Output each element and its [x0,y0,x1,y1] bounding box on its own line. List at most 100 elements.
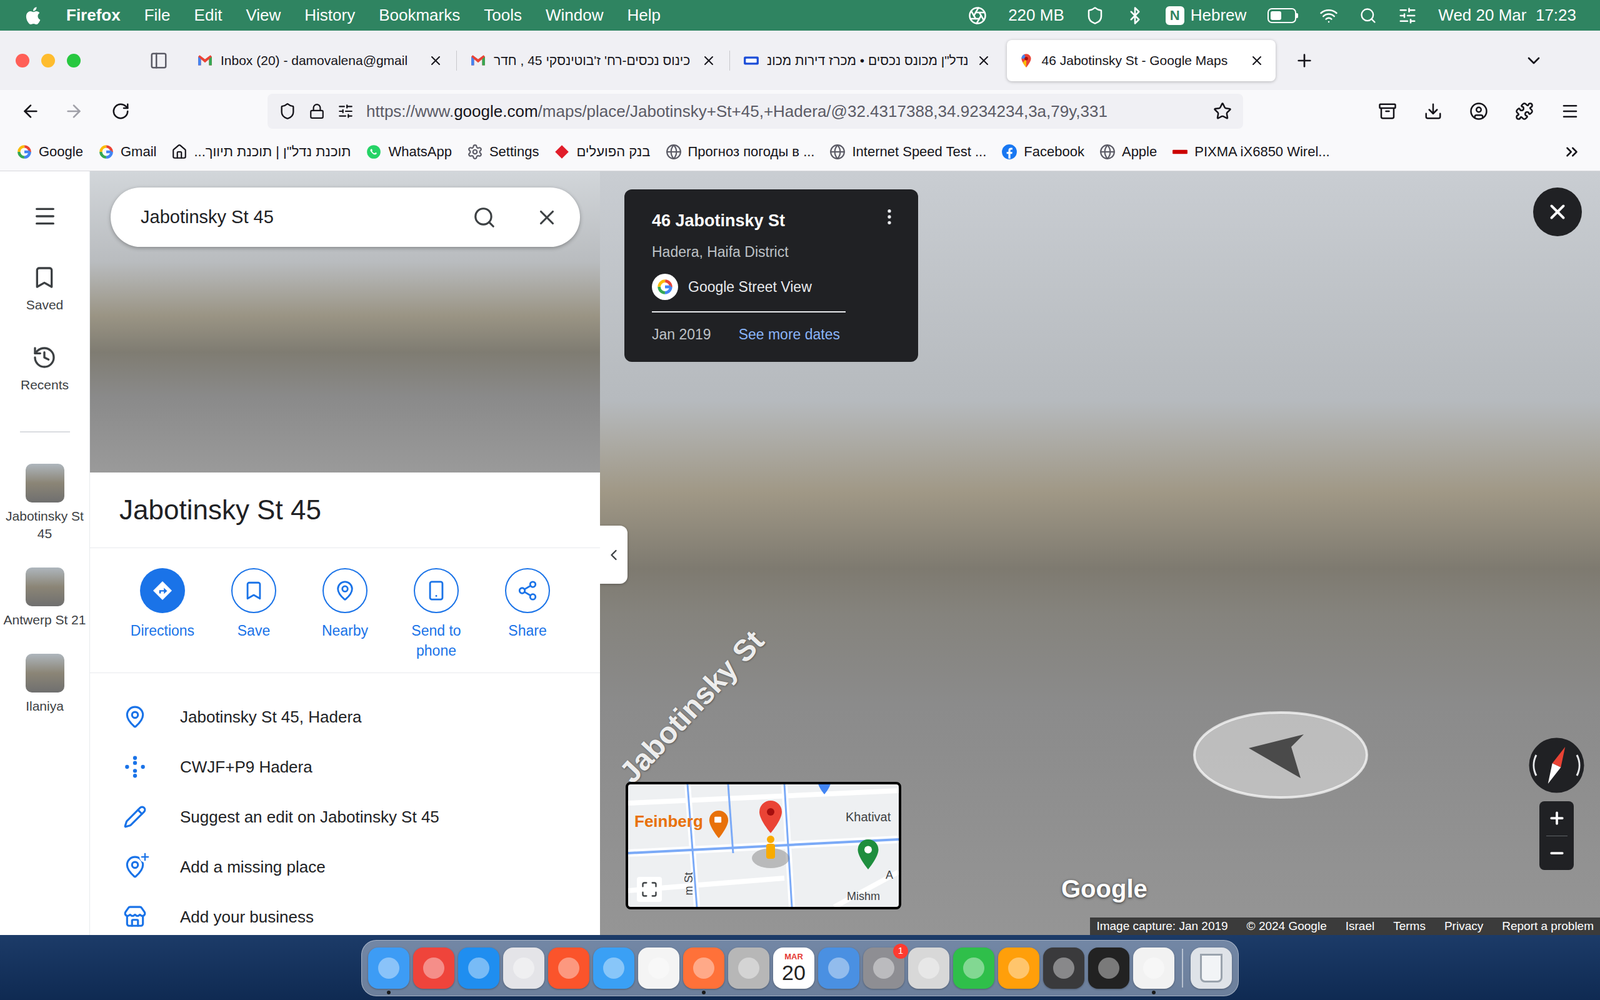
app-menu-button[interactable] [1552,93,1588,129]
detail-row[interactable]: Add a missing place [90,841,600,892]
dock-item[interactable] [1190,942,1232,995]
bookmark-item[interactable]: WhatsApp [365,141,452,162]
close-tab-icon[interactable] [976,53,992,69]
detail-row[interactable]: Add your business [90,891,600,935]
bookmark-item[interactable]: Gmail [98,141,157,162]
dock-item[interactable] [368,942,410,995]
address-bar[interactable]: https://www.google.com/maps/place/Jaboti… [267,93,1244,129]
pocket-button[interactable] [1370,93,1405,129]
permissions-icon[interactable] [337,103,354,120]
menu-item[interactable]: View [245,3,281,28]
action-button[interactable]: Directions [116,568,209,641]
vpn-shield-icon[interactable] [1085,6,1105,25]
close-tab-icon[interactable] [1249,53,1265,69]
dock-item[interactable] [728,942,770,995]
forward-button[interactable] [56,93,92,129]
menu-item[interactable]: Edit [194,3,223,28]
menu-item[interactable]: Tools [483,3,522,28]
detail-row[interactable]: Suggest an edit on Jabotinsky St 45 [90,791,600,842]
dock-item[interactable] [1043,942,1085,995]
detail-row[interactable]: Jabotinsky St 45, Hadera [90,691,600,742]
dock-item[interactable] [953,942,995,995]
browser-tab[interactable]: Inbox (20) - damovalena@gmail [185,40,455,82]
browser-tab[interactable]: כינוס נכסים-רח' ז'בוטינסקי 45 , חדר [458,40,728,82]
sidebar-button[interactable] [143,45,175,77]
tracking-protection-icon[interactable] [278,102,297,120]
action-button[interactable]: Nearby [299,568,391,641]
lock-icon[interactable] [308,103,325,120]
zoom-in-icon[interactable] [1547,808,1567,828]
compass-icon[interactable] [1527,736,1586,795]
browser-tab[interactable]: 46 Jabotinsky St - Google Maps [1006,40,1276,82]
recent-item[interactable]: Ilaniya [2,653,88,715]
menu-item[interactable]: Help [626,3,660,28]
dock-item[interactable]: 1 [863,942,905,995]
menu-item[interactable]: File [144,3,171,28]
footer-link[interactable]: Report a problem [1501,917,1594,936]
memory-status[interactable]: 220 MB [1008,3,1065,28]
search-box[interactable]: Jabotinsky St 45 [110,187,580,247]
bluetooth-icon[interactable] [1125,6,1145,25]
input-source[interactable]: NHebrew [1165,3,1247,28]
close-tab-icon[interactable] [428,53,444,69]
footer-link[interactable]: Terms [1393,917,1426,936]
saved-button[interactable]: Saved [26,265,64,314]
more-bookmarks-icon[interactable] [1562,142,1582,162]
detail-row[interactable]: CWJF+P9 Hadera [90,741,600,792]
browser-tab[interactable]: נדל"ן מכונס נכסים • מכרז דירות מכונ [731,40,1003,82]
dock-item[interactable] [503,942,545,995]
apple-icon[interactable] [23,5,43,27]
recents-button[interactable]: Recents [20,345,69,394]
dock-item[interactable] [413,942,455,995]
bookmark-item[interactable]: Apple [1099,141,1157,162]
bookmark-item[interactable]: Google [16,141,84,162]
minimap[interactable]: FeinbergKhativatm StMishmA [625,781,902,910]
dock-item[interactable] [458,942,500,995]
bookmark-item[interactable]: Прогноз погоды в ... [665,141,815,162]
dock-item[interactable] [683,942,725,995]
close-tab-icon[interactable] [701,53,717,69]
back-button[interactable] [13,93,49,129]
menu-item[interactable]: Bookmarks [378,3,460,28]
collapse-panel-button[interactable] [600,525,628,584]
more-options-icon[interactable] [879,206,900,227]
dock-item[interactable] [593,942,635,995]
zoom-out-icon[interactable] [1547,843,1567,863]
app-menu[interactable]: Firefox [66,3,121,28]
recent-item[interactable]: Jabotinsky St 45 [2,463,88,543]
dock-item[interactable] [908,942,950,995]
extensions-button[interactable] [1506,93,1542,129]
dock-item[interactable] [1088,942,1130,995]
dock-item[interactable] [818,942,860,995]
menu-item[interactable]: History [304,3,355,28]
bookmark-item[interactable]: בנק הפועלים [553,141,650,162]
zoom-window-button[interactable] [66,53,81,68]
close-street-view-button[interactable] [1533,187,1582,237]
bookmark-item[interactable]: תוכנת נדל"ן | תוכנת תיווך... [171,141,351,162]
menu-item[interactable]: Window [545,3,604,28]
clock[interactable]: Wed 20 Mar 17:23 [1438,3,1577,28]
spotlight-icon[interactable] [1359,6,1377,25]
downloads-button[interactable] [1415,93,1451,129]
minimize-window-button[interactable] [41,53,55,68]
dock-item[interactable] [548,942,590,995]
clear-search-icon[interactable] [535,205,559,230]
bookmark-item[interactable]: PIXMA iX6850 Wirel... [1171,141,1330,162]
dock-item[interactable]: MAR20 [773,942,815,995]
dock-item[interactable] [1133,942,1175,995]
footer-link[interactable]: Israel [1345,917,1375,936]
bookmark-item[interactable]: Settings [466,141,540,162]
action-button[interactable]: Share [481,568,574,641]
reload-button[interactable] [103,93,139,129]
wifi-icon[interactable] [1319,6,1339,25]
bookmark-item[interactable]: Facebook [1001,141,1085,162]
action-button[interactable]: Save [208,568,300,641]
search-icon[interactable] [472,205,497,230]
control-center-icon[interactable] [1398,6,1417,25]
main-menu-button[interactable] [30,203,60,229]
account-button[interactable] [1461,93,1497,129]
bookmark-star-icon[interactable] [1213,101,1232,121]
footer-link[interactable]: Privacy [1444,917,1484,936]
bookmark-item[interactable]: Internet Speed Test ... [829,141,987,162]
recent-item[interactable]: Antwerp St 21 [2,567,88,629]
